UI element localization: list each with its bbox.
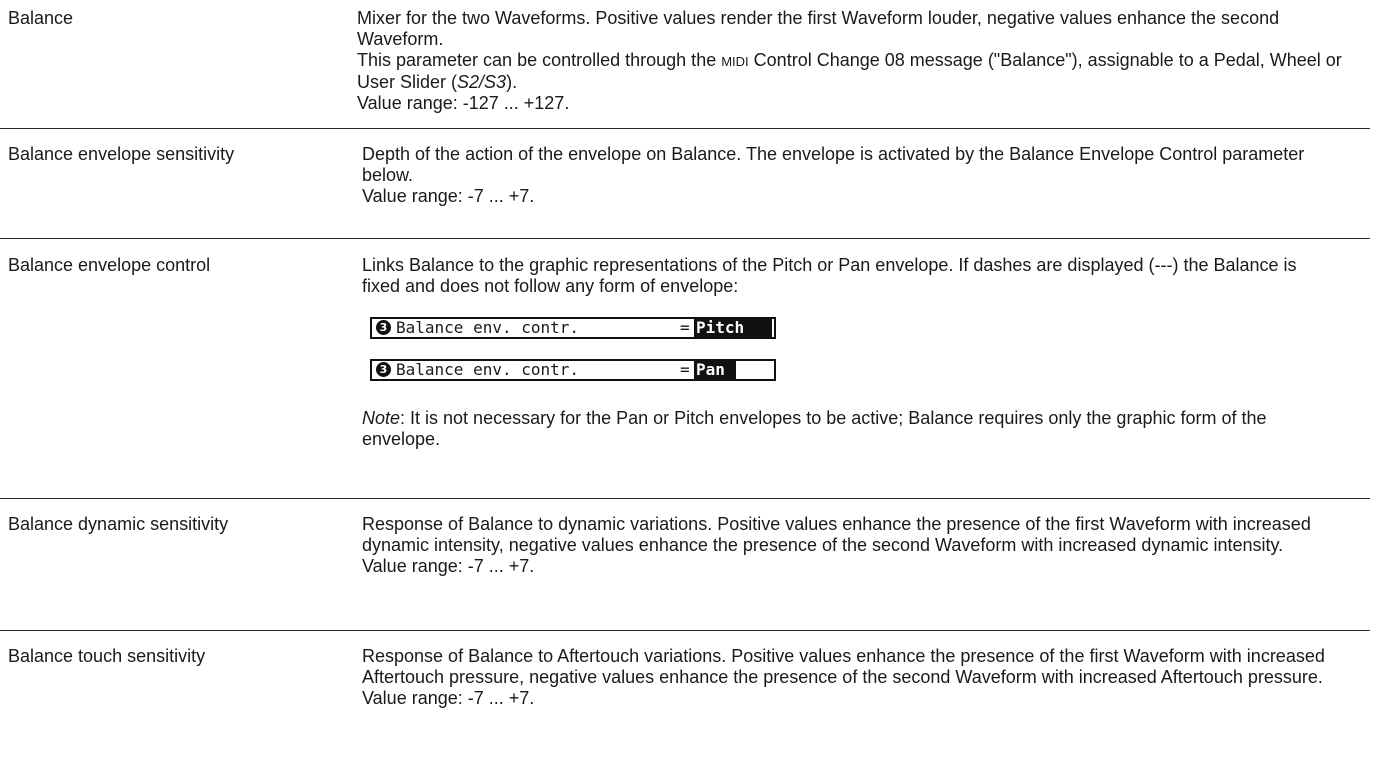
lcd-display-pan: 3 Balance env. contr. = Pan (370, 359, 776, 381)
range-text: Value range: -7 ... +7. (362, 688, 535, 708)
divider (0, 498, 1370, 499)
note-body: : It is not necessary for the Pan or Pit… (362, 408, 1267, 449)
term-balance: Balance (8, 8, 74, 28)
lcd-equals: = (680, 318, 690, 337)
term-balance-envelope-control: Balance envelope control (8, 255, 211, 275)
range-text: Value range: -7 ... +7. (362, 186, 535, 206)
desc-balance-cc: This parameter can be controlled through… (357, 50, 1367, 93)
desc-balance: Mixer for the two Waveforms. Positive va… (357, 8, 1367, 114)
divider (0, 238, 1370, 239)
term-balance-touch-sensitivity: Balance touch sensitivity (8, 646, 206, 666)
lcd-value-pitch: Pitch (694, 319, 772, 337)
lcd-label: Balance env. contr. (396, 360, 580, 379)
desc-balance-dynamic-sensitivity: Response of Balance to dynamic variation… (362, 514, 1337, 577)
desc-text: Response of Balance to dynamic variation… (362, 514, 1311, 555)
page-number-icon: 3 (376, 320, 391, 335)
lcd-label: Balance env. contr. (396, 318, 580, 337)
range-balance: Value range: -127 ... +127. (357, 93, 570, 113)
range-text: Value range: -7 ... +7. (362, 556, 535, 576)
desc-text: Links Balance to the graphic representat… (362, 255, 1297, 296)
desc-balance-touch-sensitivity: Response of Balance to Aftertouch variat… (362, 646, 1337, 709)
term-balance-dynamic-sensitivity: Balance dynamic sensitivity (8, 514, 229, 534)
lcd-value-pan: Pan (694, 361, 736, 379)
desc-balance-envelope-control: Links Balance to the graphic representat… (362, 255, 1337, 449)
slider-label: S2/S3 (457, 72, 507, 92)
desc-text: Response of Balance to Aftertouch variat… (362, 646, 1325, 687)
desc-balance-text: Mixer for the two Waveforms. Positive va… (357, 8, 1280, 49)
lcd-display-pitch: 3 Balance env. contr. = Pitch (370, 317, 776, 339)
cc-text-before: This parameter can be controlled through… (357, 50, 722, 70)
divider (0, 630, 1370, 631)
midi-label: MIDI (721, 54, 749, 69)
lcd-equals: = (680, 360, 690, 379)
page-number-icon: 3 (376, 362, 391, 377)
cc-text-end: ). (506, 72, 518, 92)
desc-balance-envelope-sensitivity: Depth of the action of the envelope on B… (362, 144, 1337, 207)
manual-page: Balance Mixer for the two Waveforms. Pos… (0, 0, 1378, 778)
note-label: Note (362, 408, 401, 428)
desc-text: Depth of the action of the envelope on B… (362, 144, 1305, 185)
term-balance-envelope-sensitivity: Balance envelope sensitivity (8, 144, 235, 164)
note-text: Note: It is not necessary for the Pan or… (362, 408, 1322, 450)
divider (0, 128, 1370, 129)
